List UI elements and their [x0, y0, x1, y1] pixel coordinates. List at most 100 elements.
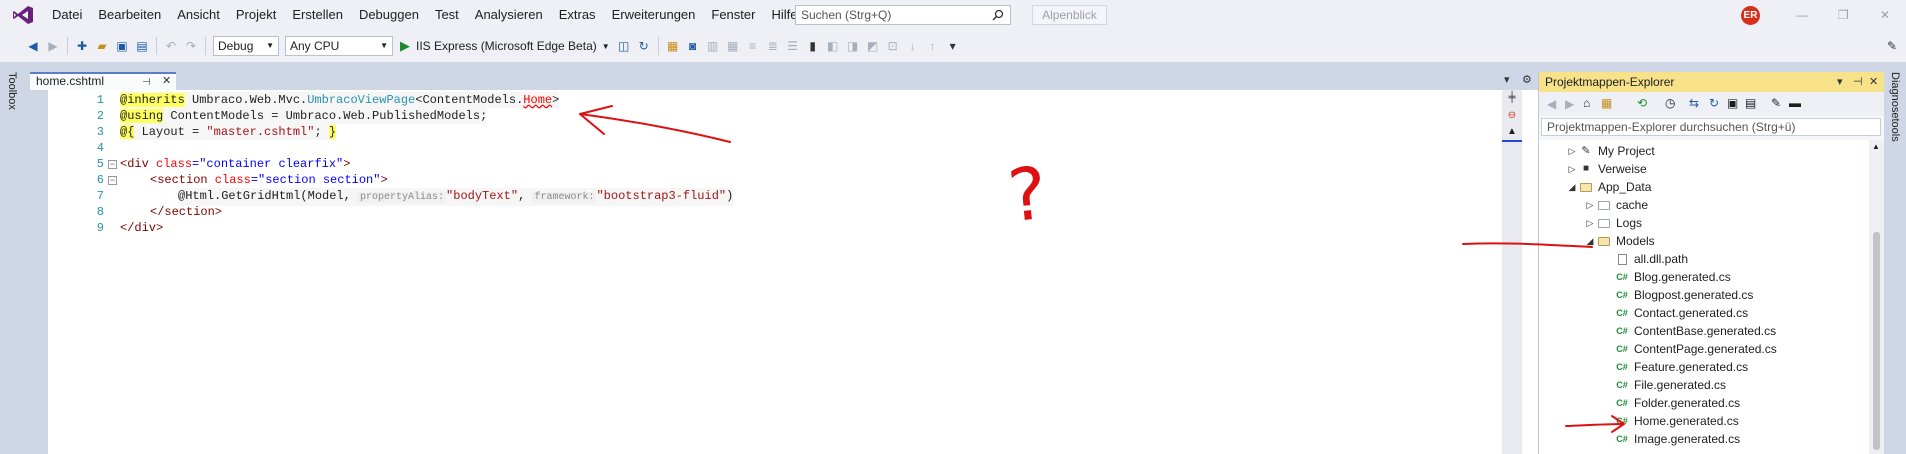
menu-test[interactable]: Test [427, 0, 467, 30]
collapse-all-icon[interactable]: ▣ [1727, 96, 1738, 110]
save-icon[interactable]: ▣ [115, 39, 129, 53]
tree-node-blogpost-generated[interactable]: C# Blogpost.generated.cs [1615, 286, 1753, 304]
bookmark-next-icon[interactable]: ◨ [846, 39, 860, 53]
tree-node-folder-generated[interactable]: C# Folder.generated.cs [1615, 394, 1740, 412]
find-icon[interactable]: ⊡ [886, 39, 900, 53]
platform-select[interactable]: Any CPU ▼ [285, 36, 393, 56]
outdent-icon[interactable]: ≣ [766, 39, 780, 53]
tree-node-models[interactable]: ◢ Models [1583, 232, 1655, 250]
tree-node-all-dll-path[interactable]: all.dll.path [1615, 250, 1688, 268]
close-icon[interactable]: ✕ [1869, 72, 1878, 92]
menu-datei[interactable]: Datei [44, 0, 90, 30]
back-icon[interactable]: ◀ [26, 39, 40, 53]
step-icon[interactable]: ▥ [706, 39, 720, 53]
redo-icon[interactable]: ↷ [184, 39, 198, 53]
tree-node-home-generated[interactable]: C# Home.generated.cs [1615, 412, 1739, 430]
menu-analysieren[interactable]: Analysieren [467, 0, 551, 30]
alpenblick-button[interactable]: Alpenblick [1032, 5, 1107, 25]
expand-arrow-icon[interactable]: ▷ [1583, 196, 1597, 214]
bookmark-clear-icon[interactable]: ◩ [866, 39, 880, 53]
collapse-icon[interactable]: − [108, 176, 117, 186]
close-window-icon[interactable]: ✕ [1880, 8, 1890, 22]
toolbox-tab[interactable]: Toolbox [6, 72, 18, 110]
scroll-up-icon[interactable]: ▲ [1506, 126, 1518, 138]
menu-erweiterungen[interactable]: Erweiterungen [604, 0, 704, 30]
collapse-arrow-icon[interactable]: ◢ [1583, 232, 1597, 250]
panel-menu-icon[interactable]: ▾ [1837, 72, 1843, 92]
tab-overflow-icon[interactable]: ▾ [1504, 73, 1510, 86]
menu-erstellen[interactable]: Erstellen [284, 0, 351, 30]
solution-tree-scrollbar[interactable]: ▲ [1869, 140, 1884, 454]
solution-explorer-search[interactable]: Projektmappen-Explorer durchsuchen (Strg… [1541, 118, 1881, 136]
expand-arrow-icon[interactable]: ▷ [1565, 160, 1579, 178]
browser-link-icon[interactable]: ◫ [617, 39, 631, 53]
bookmark-prev-icon[interactable]: ◧ [826, 39, 840, 53]
refresh-icon[interactable]: ↻ [1709, 96, 1719, 110]
diagnostic-tools-tab[interactable]: Diagnosetools [1889, 72, 1901, 142]
open-folder-icon[interactable]: ▰ [95, 39, 109, 53]
code-editor[interactable]: 1 2 3 4 5 6 7 8 9 − − @inherits Umbraco.… [48, 90, 1542, 454]
tree-node-my-project[interactable]: ▷ ✎ My Project [1565, 142, 1655, 160]
editor-scrollbar[interactable]: ╪ ⊖ ▲ [1502, 90, 1522, 454]
format-icon[interactable]: ▦ [726, 39, 740, 53]
feedback-icon[interactable]: ✎ [1885, 39, 1899, 53]
tree-node-contentbase-generated[interactable]: C# ContentBase.generated.cs [1615, 322, 1776, 340]
menu-bearbeiten[interactable]: Bearbeiten [90, 0, 169, 30]
show-all-files-icon[interactable]: ▤ [1745, 96, 1756, 110]
quick-search-input[interactable]: Suchen (Strg+Q) [795, 5, 1011, 25]
save-all-icon[interactable]: ▤ [135, 39, 149, 53]
split-icon[interactable]: ╪ [1506, 92, 1518, 104]
toolbar-overflow-icon[interactable]: ▾ [946, 39, 960, 53]
pin-icon[interactable]: ⊣ [142, 75, 151, 90]
collapse-arrow-icon[interactable]: ◢ [1565, 178, 1579, 196]
refresh-icon[interactable]: ↻ [637, 39, 651, 53]
run-button[interactable]: ▶ IIS Express (Microsoft Edge Beta) ▼ [400, 38, 610, 54]
user-avatar[interactable]: ER [1741, 6, 1760, 25]
undo-icon[interactable]: ↶ [164, 39, 178, 53]
back-icon[interactable]: ◀ [1547, 97, 1556, 111]
expand-arrow-icon[interactable]: ▷ [1565, 142, 1579, 160]
solution-icon[interactable]: ▦ [666, 39, 680, 53]
tree-node-contact-generated[interactable]: C# Contact.generated.cs [1615, 304, 1748, 322]
menu-projekt[interactable]: Projekt [228, 0, 284, 30]
tree-node-image-generated[interactable]: C# Image.generated.cs [1615, 430, 1740, 448]
new-item-icon[interactable]: ✚ [75, 39, 89, 53]
forward-icon[interactable]: ▶ [1565, 97, 1574, 111]
tree-node-verweise[interactable]: ▷ ■ Verweise [1565, 160, 1647, 178]
menu-extras[interactable]: Extras [551, 0, 604, 30]
arrow-up-icon[interactable]: ↑ [926, 39, 940, 53]
menu-fenster[interactable]: Fenster [703, 0, 763, 30]
tree-node-file-generated[interactable]: C# File.generated.cs [1615, 376, 1726, 394]
switch-views-icon[interactable]: ▦ [1601, 96, 1612, 110]
tab-home-cshtml[interactable]: home.cshtml ⊣ ✕ [30, 72, 176, 90]
sync-icon[interactable]: ⟲ [1637, 96, 1647, 110]
expand-arrow-icon[interactable]: ▷ [1583, 214, 1597, 232]
tree-node-cache[interactable]: ▷ cache [1583, 196, 1649, 214]
sync-with-doc-icon[interactable]: ⇆ [1689, 96, 1699, 110]
close-icon[interactable]: ✕ [162, 74, 171, 89]
camera-icon[interactable]: ◙ [686, 39, 700, 53]
pending-changes-icon[interactable]: ◷ [1665, 96, 1675, 110]
tree-node-feature-generated[interactable]: C# Feature.generated.cs [1615, 358, 1748, 376]
tree-node-contentpage-generated[interactable]: C# ContentPage.generated.cs [1615, 340, 1777, 358]
properties-icon[interactable]: ✎ [1771, 96, 1781, 110]
restore-icon[interactable]: ❐ [1838, 8, 1849, 22]
pin-icon[interactable]: ⊣ [1853, 72, 1863, 92]
scroll-up-icon[interactable]: ▲ [1872, 142, 1880, 151]
home-icon[interactable]: ⌂ [1583, 96, 1590, 110]
comment-icon[interactable]: ☰ [786, 39, 800, 53]
tree-node-logs[interactable]: ▷ Logs [1583, 214, 1643, 232]
preview-icon[interactable]: ▬ [1789, 96, 1801, 110]
indent-icon[interactable]: ≡ [746, 39, 760, 53]
minimize-icon[interactable]: — [1796, 8, 1808, 22]
tree-node-blog-generated[interactable]: C# Blog.generated.cs [1615, 268, 1731, 286]
scroll-thumb[interactable] [1873, 232, 1880, 450]
arrow-down-icon[interactable]: ↓ [906, 39, 920, 53]
menu-ansicht[interactable]: Ansicht [169, 0, 228, 30]
configuration-select[interactable]: Debug ▼ [213, 36, 279, 56]
forward-icon[interactable]: ▶ [46, 39, 60, 53]
tree-node-app-data[interactable]: ◢ App_Data [1565, 178, 1652, 196]
gear-icon[interactable]: ⚙ [1522, 73, 1532, 86]
bookmark-icon[interactable]: ▮ [806, 39, 820, 53]
menu-debuggen[interactable]: Debuggen [351, 0, 427, 30]
